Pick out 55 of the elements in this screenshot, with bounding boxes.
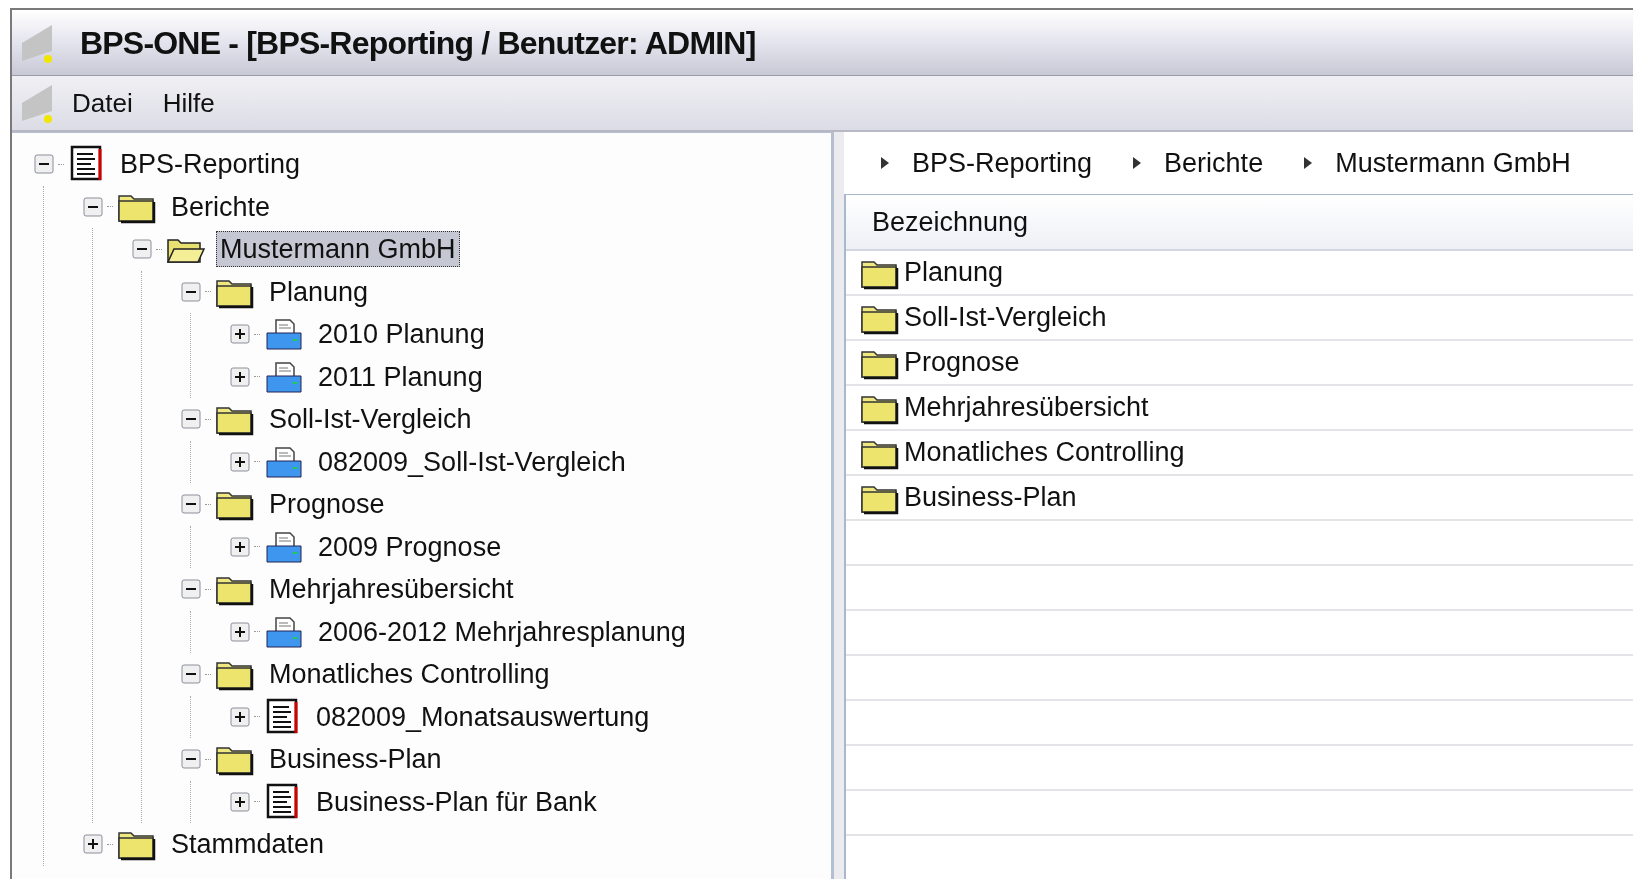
collapse-icon[interactable] xyxy=(181,281,201,302)
tree-item[interactable]: Monatliches Controlling xyxy=(265,656,554,693)
triangle-icon xyxy=(880,156,890,170)
collapse-icon[interactable] xyxy=(181,749,201,770)
tree-item[interactable]: Business-Plan für Bank xyxy=(312,783,601,820)
collapse-icon[interactable] xyxy=(181,494,201,515)
collapse-icon[interactable] xyxy=(181,409,201,430)
expand-icon[interactable] xyxy=(230,451,250,472)
printer-icon xyxy=(264,359,304,394)
printer-icon xyxy=(264,529,304,564)
tree-item[interactable]: Soll-Ist-Vergleich xyxy=(265,401,476,438)
printer-icon xyxy=(264,444,304,479)
tree-item[interactable]: 082009_Soll-Ist-Vergleich xyxy=(314,443,630,480)
breadcrumb-link[interactable]: BPS-Reporting xyxy=(912,142,1093,184)
column-header[interactable]: Bezeichnung xyxy=(872,201,1029,243)
tree-item[interactable]: 2010 Planung xyxy=(314,316,489,353)
list-item[interactable]: Monatliches Controlling xyxy=(904,432,1185,473)
triangle-icon xyxy=(1303,156,1314,170)
expand-icon[interactable] xyxy=(230,536,250,557)
tree-item[interactable]: 2011 Planung xyxy=(314,358,487,395)
breadcrumb-link[interactable]: Mustermann GmbH xyxy=(1335,142,1571,184)
collapse-icon[interactable] xyxy=(83,196,103,217)
list-item[interactable]: Prognose xyxy=(904,342,1020,383)
tree-item[interactable]: 2006-2012 Mehrjahresplanung xyxy=(314,613,690,650)
list-item[interactable]: Soll-Ist-Vergleich xyxy=(904,297,1107,338)
triangle-icon xyxy=(1132,156,1143,170)
collapse-icon[interactable] xyxy=(34,154,54,175)
collapse-icon[interactable] xyxy=(132,239,152,260)
list-item[interactable]: Business-Plan xyxy=(904,477,1077,518)
breadcrumb-link[interactable]: Berichte xyxy=(1164,142,1264,184)
expand-icon[interactable] xyxy=(230,621,250,642)
printer-icon xyxy=(264,317,304,352)
list-item[interactable]: Mehrjahresübersicht xyxy=(904,387,1149,428)
expand-icon[interactable] xyxy=(230,706,250,727)
tree-item[interactable]: Mustermann GmbH xyxy=(216,231,460,268)
tree-item[interactable]: Prognose xyxy=(265,486,389,523)
tree-item[interactable]: BPS-Reporting xyxy=(116,146,305,183)
expand-icon[interactable] xyxy=(230,791,250,812)
tree-item[interactable]: 2009 Prognose xyxy=(314,528,506,565)
printer-icon xyxy=(264,614,304,649)
tree-item[interactable]: 082009_Monatsauswertung xyxy=(312,698,654,735)
expand-icon[interactable] xyxy=(230,324,250,345)
tree-item[interactable]: Mehrjahresübersicht xyxy=(265,571,518,608)
tree-item[interactable]: Berichte xyxy=(167,188,275,225)
tree-item[interactable]: Stammdaten xyxy=(167,826,329,863)
list-item[interactable]: Planung xyxy=(904,252,1004,293)
window-title: BPS-ONE - [BPS-Reporting / Benutzer: ADMIN] xyxy=(80,23,756,63)
tree-item[interactable]: Planung xyxy=(265,273,373,310)
menu-item[interactable]: Hilfe xyxy=(162,83,215,123)
collapse-icon[interactable] xyxy=(181,664,201,685)
expand-icon[interactable] xyxy=(230,366,250,387)
collapse-icon[interactable] xyxy=(181,579,201,600)
menu-item[interactable]: Datei xyxy=(72,83,133,123)
tree-item[interactable]: Business-Plan xyxy=(265,741,446,778)
expand-icon[interactable] xyxy=(83,834,103,855)
